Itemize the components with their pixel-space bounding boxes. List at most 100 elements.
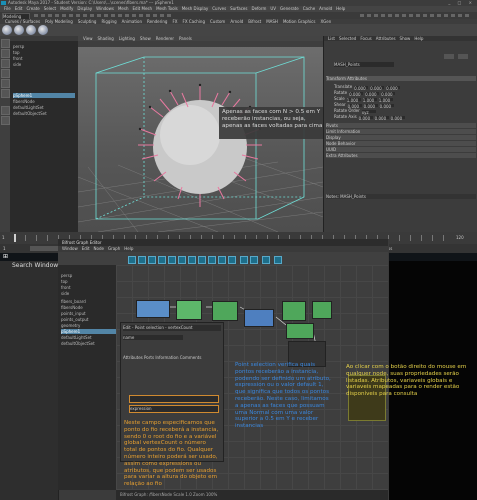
graph-tool-icon[interactable] (218, 256, 226, 264)
ae-tab[interactable]: Focus (360, 36, 371, 41)
ae-frame[interactable]: Node Behavior (326, 141, 476, 146)
scale-tool-icon[interactable] (1, 89, 10, 98)
graph-tool-icon[interactable] (148, 256, 156, 264)
menu-help[interactable]: Help (336, 6, 345, 11)
ae-tab[interactable]: Help (414, 36, 423, 41)
menu-edit-mesh[interactable]: Edit Mesh (133, 6, 153, 11)
ge-menu-item[interactable]: Help (124, 246, 133, 251)
ae-frame[interactable]: Display (326, 135, 476, 140)
outliner-item[interactable]: defaultLightSet (13, 105, 75, 110)
node-name-field[interactable]: MASH_Points (334, 62, 394, 67)
ae-frame[interactable]: Limit Information (326, 129, 476, 134)
attr-field[interactable]: 0.000 (347, 103, 362, 109)
ge-outliner-item[interactable]: fibers_board (61, 299, 123, 304)
attr-field[interactable]: 1.000 (346, 97, 361, 103)
ge-outliner-item-selected[interactable]: pSphere1 (61, 329, 123, 334)
graph-tool-icon[interactable] (262, 256, 270, 264)
select-tool-icon[interactable] (1, 39, 10, 48)
attr-field[interactable]: xyz (361, 109, 376, 115)
attr-field[interactable]: 0.000 (349, 91, 364, 97)
ge-outliner-item[interactable]: persp (61, 273, 123, 278)
ge-menu-item[interactable]: Window (62, 246, 78, 251)
expression-field[interactable]: expression (129, 405, 219, 413)
ae-frame[interactable]: Extra Attributes (326, 153, 476, 158)
outliner-item[interactable]: front (13, 56, 75, 61)
ge-menu-item[interactable]: Graph (108, 246, 120, 251)
menu-windows[interactable]: Windows (96, 6, 114, 11)
menu-deform[interactable]: Deform (251, 6, 266, 11)
outliner-item-selected[interactable]: pSphere1 (13, 93, 75, 98)
sphere-icon[interactable] (2, 25, 12, 35)
graph-tool-icon[interactable] (198, 256, 206, 264)
focus-button[interactable] (444, 54, 454, 59)
menu-arnold[interactable]: Arnold (319, 6, 332, 11)
node-edit-tab[interactable]: Ports (144, 355, 154, 360)
graph-node-green[interactable] (212, 301, 238, 321)
sphere-icon[interactable] (38, 25, 48, 35)
menu-curves[interactable]: Curves (212, 6, 226, 11)
ge-outliner-item[interactable]: side (61, 291, 123, 296)
range-start[interactable]: 1 (3, 246, 6, 251)
attr-field[interactable]: 0.000 (354, 85, 369, 91)
menu-surfaces[interactable]: Surfaces (230, 6, 247, 11)
presets-button[interactable] (458, 54, 468, 59)
node-edit-tab[interactable]: Comments (180, 355, 202, 360)
notes-field[interactable]: Notes: MASH_Points (326, 194, 476, 199)
graph-tool-icon[interactable] (250, 256, 258, 264)
outliner-item[interactable]: fibersNode (13, 99, 75, 104)
menu-mesh-tools[interactable]: Mesh Tools (156, 6, 178, 11)
graph-node-green[interactable] (176, 300, 202, 320)
menu-generate[interactable]: Generate (280, 6, 299, 11)
ge-outliner-item[interactable]: defaultLightSet (61, 335, 123, 340)
attr-field[interactable]: 0.000 (365, 91, 380, 97)
menu-cache[interactable]: Cache (303, 6, 315, 11)
attr-field[interactable]: 0.000 (358, 115, 373, 121)
render-tool-icons[interactable] (360, 14, 470, 17)
graph-tool-icon[interactable] (274, 256, 282, 264)
menu-uv[interactable]: UV (270, 6, 276, 11)
graph-tool-icon[interactable] (128, 256, 136, 264)
layout-icon[interactable] (1, 116, 10, 125)
graph-tool-icon[interactable] (168, 256, 176, 264)
graph-tool-icon[interactable] (228, 256, 236, 264)
menu-file[interactable]: File (4, 6, 11, 11)
menu-mesh[interactable]: Mesh (118, 6, 129, 11)
graph-node-blue[interactable] (136, 300, 170, 318)
ae-tab[interactable]: Selected (339, 36, 356, 41)
time-cursor[interactable] (14, 234, 16, 242)
graph-tool-icon[interactable] (188, 256, 196, 264)
transform-frame[interactable]: Transform Attributes (326, 76, 476, 81)
ae-tab[interactable]: Show (400, 36, 411, 41)
ge-outliner-item[interactable]: geometry (61, 323, 123, 328)
rotate-tool-icon[interactable] (1, 79, 10, 88)
graph-tool-icon[interactable] (240, 256, 248, 264)
expression-field-orange[interactable] (129, 395, 219, 403)
menu-display[interactable]: Display (77, 6, 92, 11)
menu-modify[interactable]: Modify (60, 6, 73, 11)
outliner-item[interactable]: defaultObjectSet (13, 111, 75, 116)
taskbar-search[interactable]: Search Windows (12, 262, 61, 269)
menu-select[interactable]: Select (44, 6, 56, 11)
graph-node-blue[interactable] (244, 309, 274, 327)
ge-outliner-item[interactable]: defaultObjectSet (61, 341, 123, 346)
attr-field[interactable]: 0.000 (379, 103, 394, 109)
menu-create[interactable]: Create (26, 6, 39, 11)
windows-start-icon[interactable]: ⊞ (3, 254, 8, 260)
graph-tool-icon[interactable] (208, 256, 216, 264)
node-name-input[interactable]: name (123, 335, 183, 340)
attr-field[interactable]: 0.000 (363, 103, 378, 109)
ae-frame[interactable]: UUID (326, 147, 476, 152)
sphere-icon[interactable] (26, 25, 36, 35)
attr-field[interactable]: 0.000 (390, 115, 405, 121)
lasso-tool-icon[interactable] (1, 49, 10, 58)
viewport-3d[interactable]: View Shading Lighting Show Renderer Panels Ap… (78, 36, 323, 232)
ge-outliner-item[interactable]: top (61, 279, 123, 284)
ge-outliner-item[interactable]: fibersNode (61, 305, 123, 310)
sphere-icon[interactable] (14, 25, 24, 35)
attr-field[interactable]: 0.000 (370, 85, 385, 91)
node-edit-tab[interactable]: Attributes (123, 355, 143, 360)
ae-tab[interactable]: List (328, 36, 335, 41)
attr-field[interactable]: 0.000 (386, 85, 401, 91)
ge-menu-item[interactable]: Edit (82, 246, 90, 251)
ae-tab[interactable]: Attributes (376, 36, 396, 41)
